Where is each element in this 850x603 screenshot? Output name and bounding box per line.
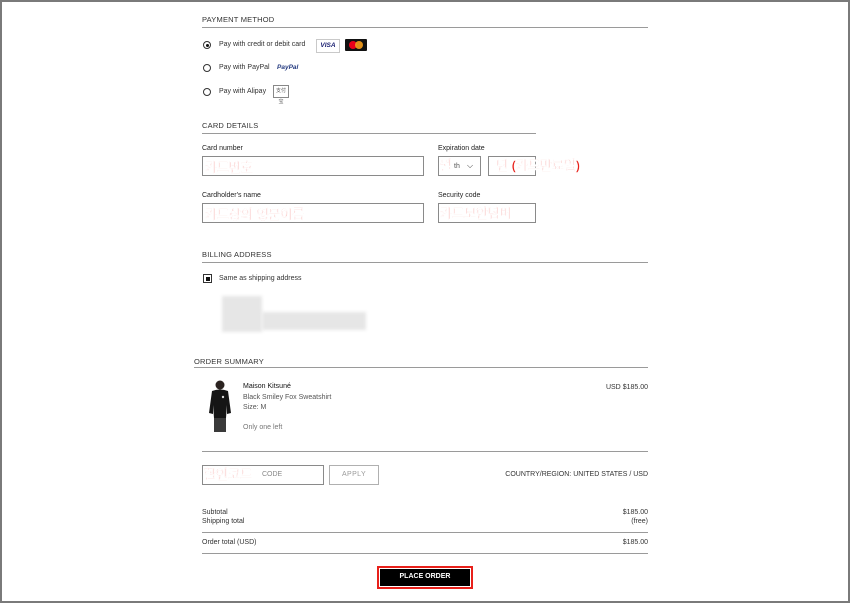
radio-card[interactable] [203,41,211,49]
screenshot-frame [0,0,850,603]
totals-divider [202,532,648,533]
summary-divider [194,367,648,368]
item-stock: Only one left [243,424,283,431]
visa-icon: VISA [316,39,340,53]
chevron-down-icon: ⌵ [467,161,474,170]
cardholder-annotation: 카드상의 영문이름 [205,207,305,222]
order-total-label: Order total (USD) [202,539,257,546]
country-region[interactable]: COUNTRY/REGION: UNITED STATES / USD [440,471,648,478]
item-name: Black Smiley Fox Sweatshirt [243,394,332,401]
card-number-annotation: 카드번호 [205,160,253,175]
cardholder-label: Cardholder's name [202,192,261,199]
radio-alipay[interactable] [203,88,211,96]
shipping-label: Shipping total [202,518,245,525]
billing-address-title: BILLING ADDRESS [202,250,272,259]
item-divider [202,451,648,452]
order-summary-title: ORDER SUMMARY [194,357,264,366]
security-code-annotation: 카드보안넘버 [440,206,512,221]
same-as-shipping-checkbox[interactable] [203,274,212,283]
option-alipay-label[interactable]: Pay with Alipay [219,88,266,95]
same-as-shipping-label[interactable]: Same as shipping address [219,275,302,282]
subtotal-label: Subtotal [202,509,228,516]
subtotal-value: $185.00 [622,509,648,516]
place-order-button[interactable]: PLACE ORDER [377,566,473,589]
payment-divider [202,27,648,28]
product-image [209,380,231,432]
billing-divider [202,262,648,263]
option-card-label[interactable]: Pay with credit or debit card [219,41,305,48]
paypal-icon: PayPal [277,64,299,71]
redacted-address-line [262,312,366,330]
card-divider [202,133,536,134]
item-price: $185.00 USD [605,384,648,391]
radio-paypal[interactable] [203,64,211,72]
apply-button[interactable]: APPLY [329,465,379,485]
year-annotation: 년 (카드만료일) [496,158,581,173]
security-code-label: Security code [438,192,481,199]
promo-annotation: 할인코드 [204,467,252,482]
item-brand: Maison Kitsuné [243,383,291,390]
redacted-address [222,296,262,332]
mastercard-icon [345,39,367,51]
expiration-label: Expiration date [438,145,485,152]
month-annotation: 월 [440,158,452,173]
order-total-value: $185.00 [622,539,648,546]
bottom-divider [202,553,648,554]
option-paypal-label[interactable]: Pay with PayPal [219,64,270,71]
month-partial-text: th [454,163,460,170]
card-details-title: CARD DETAILS [202,121,259,130]
shipping-value: (free) [631,518,648,525]
payment-method-title: PAYMENT METHOD [202,15,275,24]
card-number-label: Card number [202,145,243,152]
item-size: Size: M [243,404,267,411]
alipay-icon: 支付宝 [273,85,289,105]
promo-placeholder: CODE [262,471,283,478]
